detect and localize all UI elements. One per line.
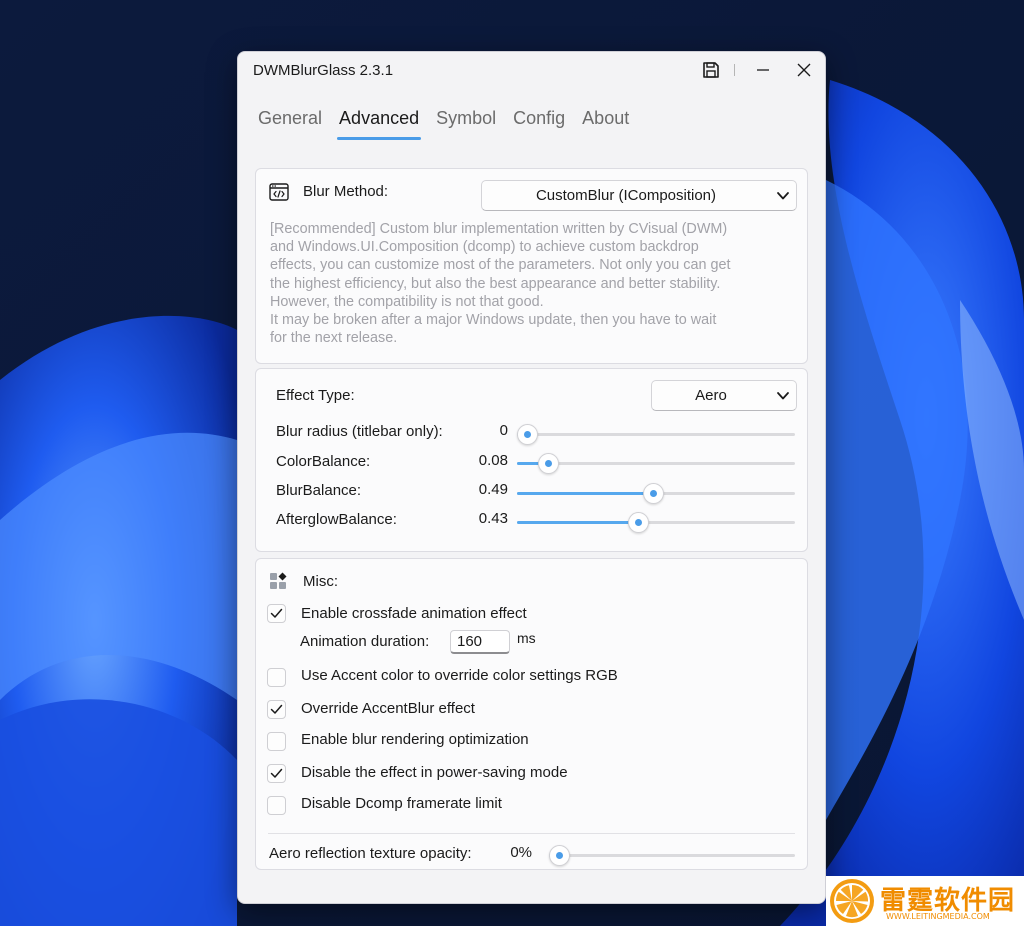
animation-duration-input[interactable] bbox=[450, 630, 510, 654]
blur-method-description: [Recommended] Custom blur implementation… bbox=[270, 220, 795, 347]
power-saving-checkbox[interactable] bbox=[267, 764, 286, 783]
effect-card: Effect Type: Aero Blur radius (titlebar … bbox=[255, 368, 808, 552]
tab-advanced[interactable]: Advanced bbox=[337, 108, 422, 140]
misc-label: Misc: bbox=[303, 573, 338, 590]
afterglow-balance-slider[interactable] bbox=[517, 512, 795, 533]
titlebar-separator bbox=[734, 64, 735, 76]
reflection-opacity-slider[interactable] bbox=[549, 845, 795, 866]
slider-thumb[interactable] bbox=[549, 845, 570, 866]
afterglow-balance-value: 0.43 bbox=[478, 510, 508, 527]
save-button[interactable] bbox=[700, 57, 722, 83]
chevron-down-icon bbox=[770, 191, 796, 201]
checkmark-icon bbox=[270, 704, 283, 714]
power-saving-label: Disable the effect in power-saving mode bbox=[301, 764, 568, 781]
blur-balance-label: BlurBalance: bbox=[276, 482, 362, 499]
blur-method-card: Blur Method: CustomBlur (IComposition) [… bbox=[255, 168, 808, 364]
tab-about[interactable]: About bbox=[582, 108, 629, 140]
save-icon bbox=[703, 62, 719, 78]
tab-symbol[interactable]: Symbol bbox=[436, 108, 496, 140]
blur-radius-slider[interactable] bbox=[517, 424, 795, 445]
blur-radius-value: 0 bbox=[499, 422, 508, 439]
description-line: [Recommended] Custom blur implementation… bbox=[270, 221, 728, 237]
description-line: However, the compatibility is not that g… bbox=[270, 293, 544, 310]
checkmark-icon bbox=[270, 608, 283, 618]
close-button[interactable] bbox=[791, 57, 817, 83]
reflection-opacity-value: 0% bbox=[510, 844, 532, 861]
description-line: the highest efficiency, but also the bes… bbox=[270, 275, 721, 292]
window-title: DWMBlurGlass 2.3.1 bbox=[253, 62, 394, 79]
slider-thumb[interactable] bbox=[643, 483, 664, 504]
watermark-subtext: WWW.LEITINGMEDIA.COM bbox=[886, 912, 990, 921]
color-balance-value: 0.08 bbox=[478, 452, 508, 469]
effect-type-label: Effect Type: bbox=[276, 387, 355, 404]
code-window-icon bbox=[269, 183, 289, 201]
afterglow-balance-label: AfterglowBalance: bbox=[276, 511, 397, 528]
section-divider bbox=[268, 833, 795, 834]
slider-thumb[interactable] bbox=[538, 453, 559, 474]
accent-color-checkbox[interactable] bbox=[267, 668, 286, 687]
override-accentblur-label: Override AccentBlur effect bbox=[301, 700, 475, 717]
misc-card: Misc: Enable crossfade animation effect … bbox=[255, 558, 808, 870]
slider-thumb[interactable] bbox=[517, 424, 538, 445]
color-balance-slider[interactable] bbox=[517, 453, 795, 474]
animation-duration-unit: ms bbox=[517, 630, 536, 646]
description-line: effects, you can customize most of the p… bbox=[270, 257, 731, 274]
blur-radius-label: Blur radius (titlebar only): bbox=[276, 423, 443, 440]
checkmark-icon bbox=[270, 768, 283, 778]
dcomp-framerate-checkbox[interactable] bbox=[267, 796, 286, 815]
blur-balance-value: 0.49 bbox=[478, 481, 508, 498]
blur-method-value: CustomBlur (IComposition) bbox=[535, 187, 717, 204]
description-line: for the next release. bbox=[270, 330, 398, 347]
crossfade-label: Enable crossfade animation effect bbox=[301, 605, 527, 622]
app-window: DWMBlurGlass 2.3.1 General Advanced Symb… bbox=[237, 51, 826, 904]
reflection-opacity-label: Aero reflection texture opacity: bbox=[269, 845, 472, 862]
blur-method-dropdown[interactable]: CustomBlur (IComposition) bbox=[481, 180, 797, 211]
effect-type-dropdown[interactable]: Aero bbox=[651, 380, 797, 411]
override-accentblur-checkbox[interactable] bbox=[267, 700, 286, 719]
blur-optimization-label: Enable blur rendering optimization bbox=[301, 731, 529, 748]
description-line: and Windows.UI.Composition (dcomp) to ac… bbox=[270, 239, 699, 256]
chevron-down-icon bbox=[770, 391, 796, 401]
description-line: It may be broken after a major Windows u… bbox=[270, 312, 717, 329]
minimize-icon bbox=[757, 69, 769, 71]
accent-color-label: Use Accent color to override color setti… bbox=[301, 667, 618, 684]
tab-config[interactable]: Config bbox=[513, 108, 565, 140]
close-icon bbox=[797, 63, 811, 77]
minimize-button[interactable] bbox=[750, 57, 776, 83]
blur-method-label: Blur Method: bbox=[303, 183, 389, 200]
color-balance-label: ColorBalance: bbox=[276, 453, 371, 470]
watermark: 雷霆软件园 WWW.LEITINGMEDIA.COM bbox=[826, 876, 1024, 926]
orange-slice-logo bbox=[830, 879, 874, 923]
blur-optimization-checkbox[interactable] bbox=[267, 732, 286, 751]
dcomp-framerate-label: Disable Dcomp framerate limit bbox=[301, 795, 502, 812]
effect-type-value: Aero bbox=[695, 387, 727, 404]
animation-duration-label: Animation duration: bbox=[300, 633, 430, 650]
tab-general[interactable]: General bbox=[258, 108, 322, 140]
apps-grid-icon bbox=[270, 572, 287, 589]
tab-bar: General Advanced Symbol Config About bbox=[258, 108, 646, 140]
crossfade-checkbox[interactable] bbox=[267, 604, 286, 623]
slider-thumb[interactable] bbox=[628, 512, 649, 533]
blur-balance-slider[interactable] bbox=[517, 483, 795, 504]
